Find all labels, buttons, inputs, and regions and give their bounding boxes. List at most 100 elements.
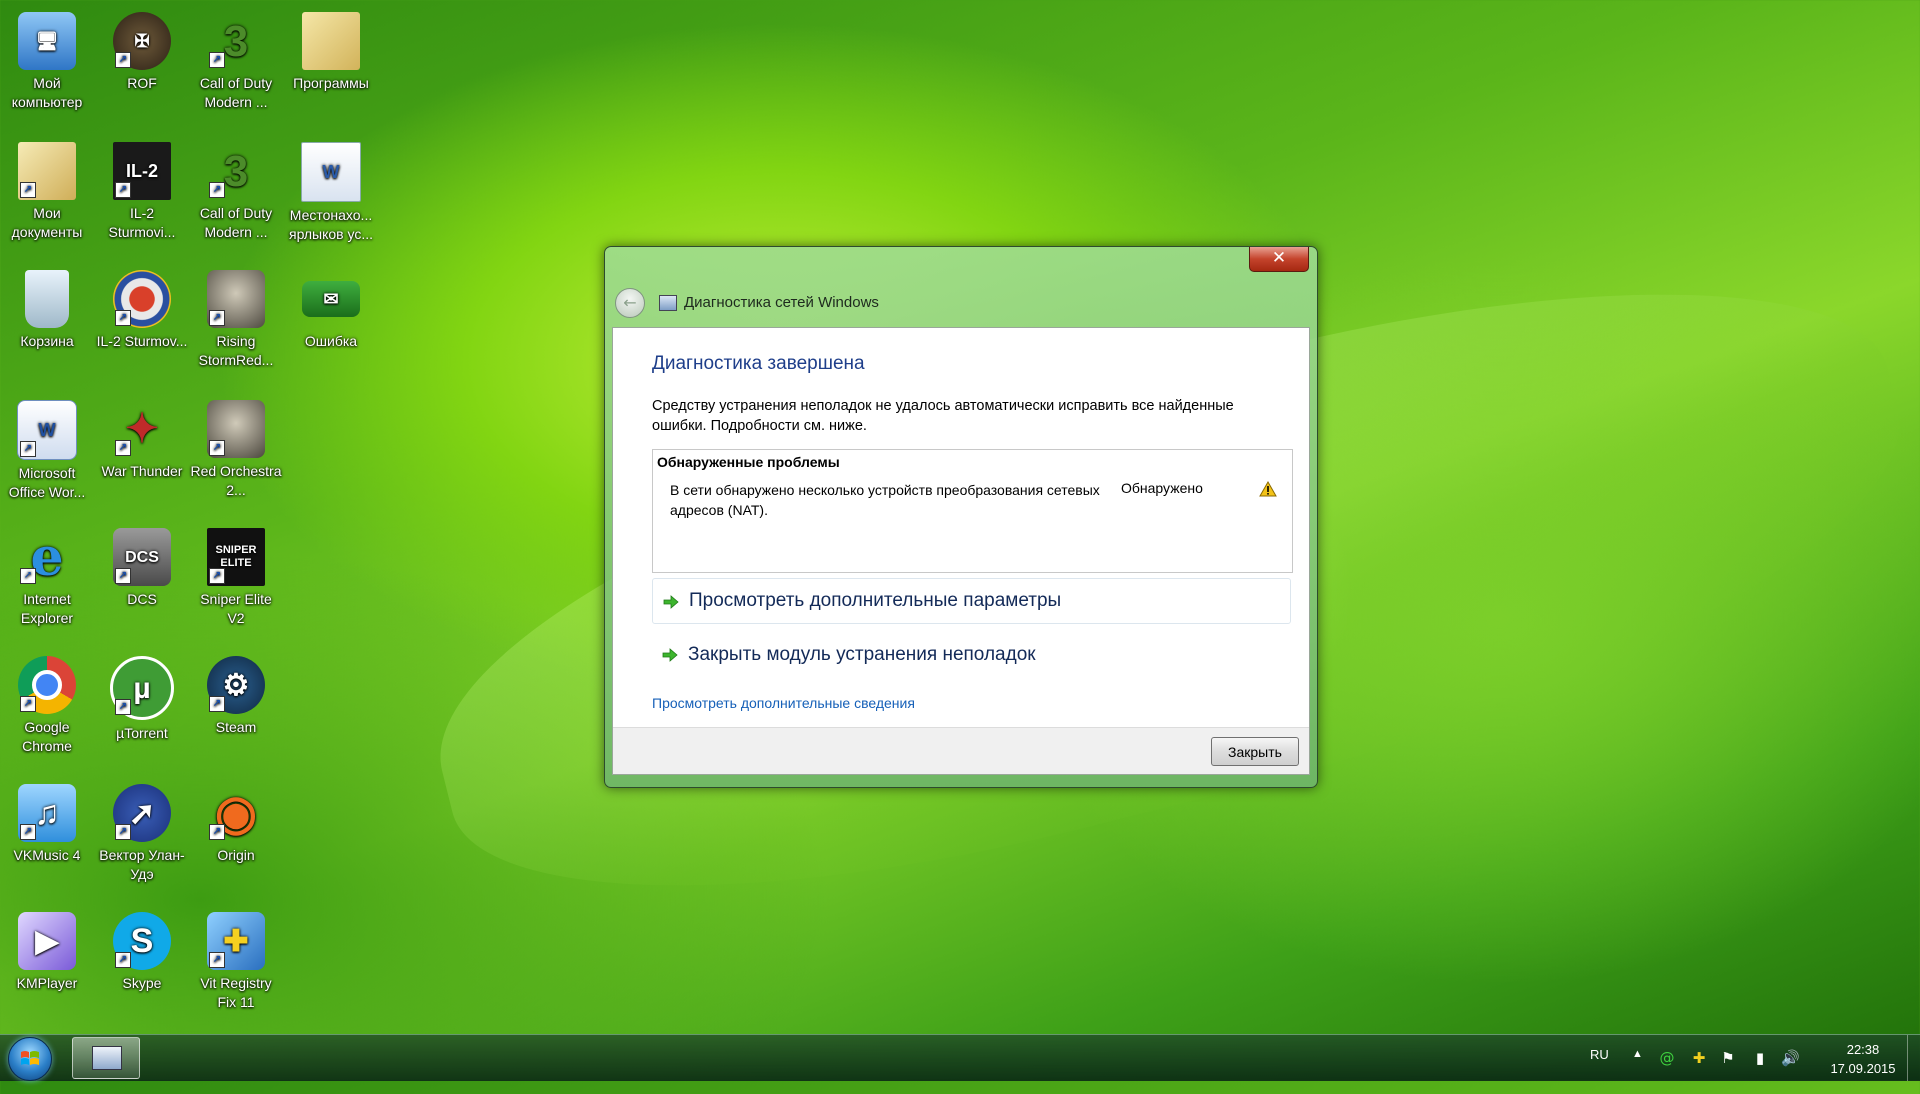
desktop-icon-ms-word[interactable]: W ↗ Microsoft Office Wor...: [1, 400, 93, 502]
desktop-icon-label: Red Orchestra 2...: [190, 463, 282, 498]
desktop-icon-dcs[interactable]: DCS ↗ DCS: [96, 528, 188, 609]
chrome-icon: ↗: [18, 656, 76, 714]
network-diagnostics-icon: [92, 1046, 122, 1070]
il2-target-icon: ↗: [113, 270, 171, 328]
desktop-icon-label: Call of Duty Modern ...: [199, 205, 273, 240]
desktop-icon-sniper-elite[interactable]: SNIPER ELITE ↗ Sniper Elite V2: [190, 528, 282, 628]
desktop-icon-label: Google Chrome: [22, 719, 72, 754]
close-troubleshooter-command[interactable]: Закрыть модуль устранения неполадок: [652, 632, 1291, 678]
utorrent-glyph: µ: [133, 671, 151, 705]
mail-agent-icon[interactable]: @: [1658, 1049, 1676, 1067]
desktop-icon-il2-stalingrad[interactable]: IL-2 ↗ IL-2 Sturmovi...: [96, 142, 188, 242]
plus-tray-icon[interactable]: ✚: [1690, 1049, 1708, 1067]
desktop-icon-google-chrome[interactable]: ↗ Google Chrome: [1, 656, 93, 756]
dialog-content: Диагностика завершена Средству устранени…: [612, 327, 1310, 775]
desktop-icon-il2-sturmovik[interactable]: ↗ IL-2 Sturmov...: [96, 270, 188, 351]
chrome-center: [32, 670, 62, 700]
desktop-icon-call-of-duty-2[interactable]: 3 ↗ Call of Duty Modern ...: [190, 142, 282, 242]
desktop-icon-my-computer[interactable]: 🖥 Мой компьютер: [1, 12, 93, 112]
show-hidden-icons-button[interactable]: ▲: [1632, 1048, 1643, 1094]
desktop-icon-error[interactable]: ✉ Ошибка: [285, 270, 377, 351]
skype-glyph: S: [130, 921, 154, 960]
problem-status: Обнаружено: [1121, 480, 1203, 496]
desktop-icon-label: Internet Explorer: [20, 591, 74, 626]
desktop-icon-label: War Thunder: [101, 463, 183, 479]
start-button[interactable]: [8, 1037, 52, 1081]
word-document-icon: W: [301, 142, 361, 202]
back-arrow-icon: ←: [623, 293, 637, 312]
clock-date: 17.09.2015: [1830, 1061, 1896, 1076]
desktop-icon-label: Call of Duty Modern ...: [199, 75, 273, 110]
desktop-icon-label: Местонахо... ярлыков ус...: [288, 207, 374, 242]
language-indicator[interactable]: RU: [1590, 1047, 1609, 1093]
desktop-icon-steam[interactable]: ⚙ ↗ Steam: [190, 656, 282, 737]
green-arrow-icon: [662, 648, 678, 662]
desktop-icon-kmplayer[interactable]: ▶ KMPlayer: [1, 912, 93, 993]
desktop-icon-label: µTorrent: [116, 725, 168, 741]
problems-header: Обнаруженные проблемы: [657, 454, 840, 470]
desktop-icon-recycle-bin[interactable]: Корзина: [1, 270, 93, 351]
command-label: Закрыть модуль устранения неполадок: [688, 644, 1036, 665]
desktop-icon-shortcut-locations[interactable]: W Местонахо... ярлыков ус...: [285, 142, 377, 244]
ie-glyph: e: [30, 526, 64, 588]
computer-icon: 🖥: [18, 12, 76, 70]
desktop-icon-label: Мой компьютер: [11, 75, 83, 110]
command-label: Просмотреть дополнительные параметры: [689, 590, 1062, 611]
desktop-icon-vit-registry-fix[interactable]: ✚ ↗ Vit Registry Fix 11: [190, 912, 282, 1012]
window-close-button[interactable]: ✕: [1249, 247, 1309, 272]
vkmusic-icon: ♫ ↗: [18, 784, 76, 842]
back-button[interactable]: ←: [615, 288, 645, 318]
desktop-icon-internet-explorer[interactable]: e ↗ Internet Explorer: [1, 528, 93, 628]
rof-glyph: ✠: [134, 30, 150, 51]
desktop-icon-rof[interactable]: ✠ ↗ ROF: [96, 12, 188, 93]
dialog-title: Диагностика сетей Windows: [684, 294, 879, 311]
network-signal-icon[interactable]: ▮: [1751, 1049, 1769, 1067]
network-diagnostics-icon: [659, 295, 677, 311]
registry-fix-icon: ✚ ↗: [207, 912, 265, 970]
recycle-bin-icon: [25, 270, 69, 328]
origin-glyph: ◉: [215, 786, 257, 840]
taskbar: RU ▲ @ ✚ ⚑ ▮ 🔊 22:38 17.09.2015: [0, 1034, 1920, 1081]
desktop-icon-skype[interactable]: S ↗ Skype: [96, 912, 188, 993]
clock[interactable]: 22:38 17.09.2015: [1818, 1040, 1908, 1078]
desktop-icon-vkmusic[interactable]: ♫ ↗ VKMusic 4: [1, 784, 93, 865]
desktop-icon-origin[interactable]: ◉ ↗ Origin: [190, 784, 282, 865]
page-description: Средству устранения неполадок не удалось…: [652, 398, 1234, 434]
show-desktop-button[interactable]: [1907, 1035, 1920, 1081]
desktop-icon-label: Программы: [293, 75, 369, 91]
taskbar-network-diagnostics[interactable]: [72, 1037, 140, 1079]
rof-icon: ✠ ↗: [113, 12, 171, 70]
desktop-icon-red-orchestra[interactable]: ↗ Red Orchestra 2...: [190, 400, 282, 500]
desktop-icon-label: ROF: [127, 75, 157, 91]
call-of-duty-icon: 3 ↗: [207, 142, 265, 200]
desktop-icon-utorrent[interactable]: µ ↗ µTorrent: [96, 656, 188, 743]
desktop-icon-rising-storm[interactable]: ↗ Rising StormRed...: [190, 270, 282, 370]
internet-explorer-icon: e ↗: [18, 528, 76, 586]
origin-icon: ◉ ↗: [207, 784, 265, 842]
view-more-info-link[interactable]: Просмотреть дополнительные сведения: [652, 695, 915, 711]
desktop-icon-my-documents[interactable]: ↗ Мои документы: [1, 142, 93, 242]
desktop-icon-call-of-duty-1[interactable]: 3 ↗ Call of Duty Modern ...: [190, 12, 282, 112]
skype-icon: S ↗: [113, 912, 171, 970]
problem-description: В сети обнаружено несколько устройств пр…: [670, 482, 1100, 518]
warning-icon: [1259, 481, 1277, 497]
desktop-icon-label: VKMusic 4: [13, 847, 81, 863]
vector-glyph: ➚: [128, 794, 156, 831]
view-additional-options-command[interactable]: Просмотреть дополнительные параметры: [652, 578, 1291, 624]
close-button[interactable]: Закрыть: [1211, 737, 1299, 766]
ms-word-icon: W ↗: [17, 400, 77, 460]
action-center-flag-icon[interactable]: ⚑: [1719, 1049, 1737, 1067]
desktop-icon-label: Вектор Улан-Удэ: [99, 847, 185, 882]
dcs-icon: DCS ↗: [113, 528, 171, 586]
desktop-icon-war-thunder[interactable]: ✦ ↗ War Thunder: [96, 400, 188, 481]
sniper-elite-icon: SNIPER ELITE ↗: [207, 528, 265, 586]
green-arrow-icon: [663, 595, 679, 609]
desktop-icon-vector[interactable]: ➚ ↗ Вектор Улан-Удэ: [96, 784, 188, 884]
desktop-icon-programs[interactable]: Программы: [285, 12, 377, 93]
desktop-icon-label: IL-2 Sturmovi...: [108, 205, 176, 240]
volume-icon[interactable]: 🔊: [1781, 1049, 1800, 1067]
il2-stalingrad-icon: IL-2 ↗: [113, 142, 171, 200]
desktop-icon-label: Steam: [215, 719, 257, 735]
desktop-icon-label: DCS: [127, 591, 157, 607]
problems-panel: Обнаруженные проблемы В сети обнаружено …: [652, 449, 1293, 573]
